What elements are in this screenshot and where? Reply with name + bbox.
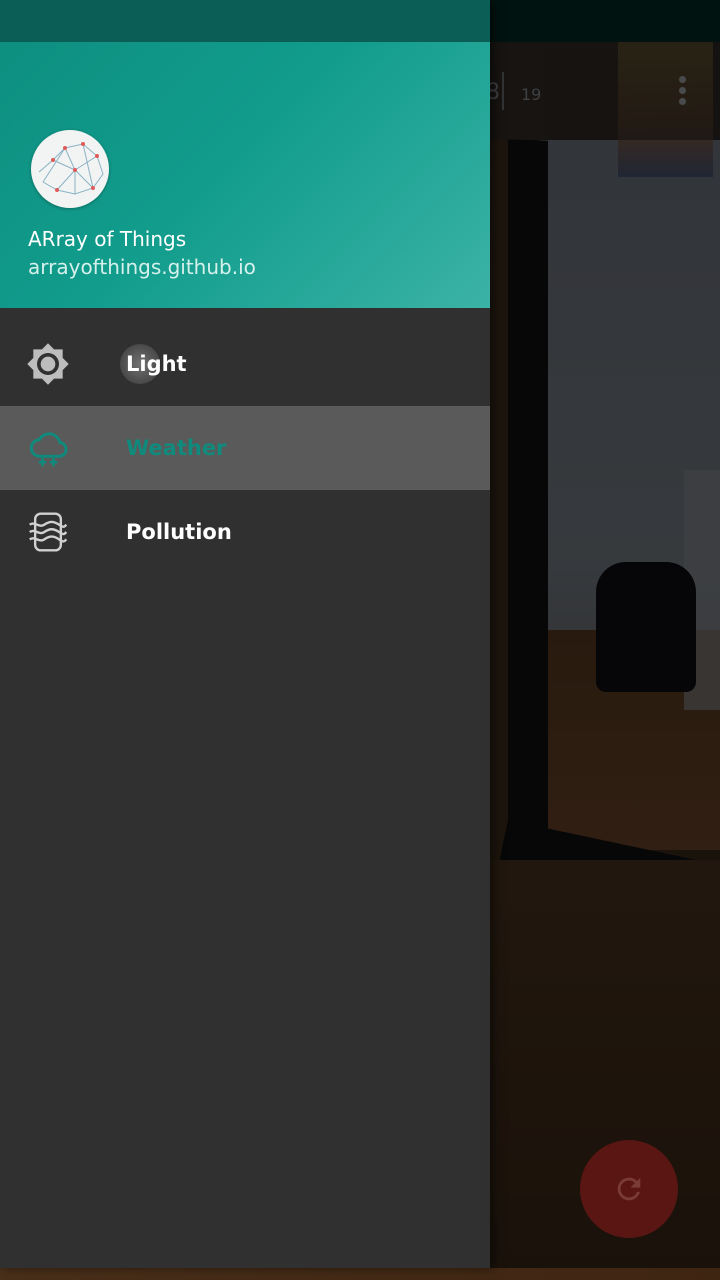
drawer-status-bar — [0, 0, 490, 42]
network-graph-icon — [38, 142, 104, 195]
app-url: arrayofthings.github.io — [28, 255, 256, 279]
app-name: ARray of Things — [28, 227, 187, 251]
nav-list: Light Weather Pollution — [0, 308, 490, 574]
nav-item-light[interactable]: Light — [0, 322, 490, 406]
refresh-icon — [617, 1177, 641, 1201]
refresh-button[interactable] — [580, 1140, 678, 1238]
nav-item-pollution[interactable]: Pollution — [0, 490, 490, 574]
navigation-drawer: ARray of Things arrayofthings.github.io … — [0, 0, 490, 1268]
nav-item-label: Pollution — [126, 520, 232, 544]
app-logo-avatar — [31, 130, 109, 208]
nav-item-weather[interactable]: Weather — [0, 406, 490, 490]
nav-item-label: Weather — [126, 436, 227, 460]
cloud-snow-icon — [29, 432, 68, 467]
air-quality-icon — [29, 512, 68, 552]
nav-item-label: Light — [126, 352, 187, 376]
brightness-icon — [27, 343, 69, 385]
drawer-header: ARray of Things arrayofthings.github.io — [0, 42, 490, 308]
